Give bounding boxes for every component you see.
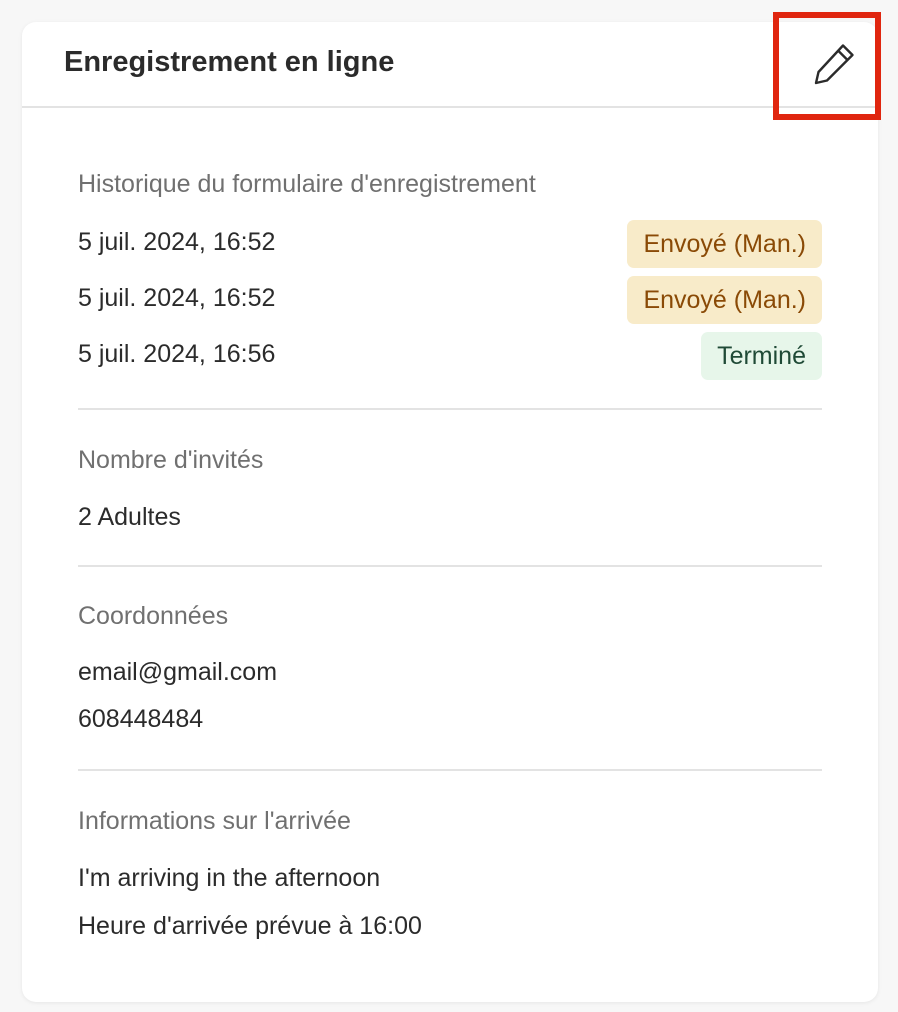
card-header: Enregistrement en ligne bbox=[22, 12, 881, 120]
status-badge: Envoyé (Man.) bbox=[627, 220, 822, 268]
arrival-expected-time: Heure d'arrivée prévue à 16:00 bbox=[78, 912, 422, 940]
guests-section: Nombre d'invités 2 Adultes bbox=[78, 446, 822, 536]
history-row: 5 juil. 2024, 16:52 Envoyé (Man.) bbox=[78, 220, 822, 268]
guests-label: Nombre d'invités bbox=[78, 446, 264, 474]
arrival-label: Informations sur l'arrivée bbox=[78, 807, 351, 835]
contact-label: Coordonnées bbox=[78, 602, 229, 630]
arrival-note: I'm arriving in the afternoon bbox=[78, 864, 381, 892]
contact-phone: 608448484 bbox=[78, 705, 204, 733]
edit-button[interactable] bbox=[812, 42, 856, 86]
history-date: 5 juil. 2024, 16:52 bbox=[78, 284, 276, 312]
history-section: Historique du formulaire d'enregistremen… bbox=[78, 170, 822, 380]
card-title: Enregistrement en ligne bbox=[64, 46, 395, 78]
history-label: Historique du formulaire d'enregistremen… bbox=[78, 170, 536, 198]
contact-section: Coordonnées email@gmail.com 608448484 bbox=[78, 602, 822, 752]
history-row: 5 juil. 2024, 16:52 Envoyé (Man.) bbox=[78, 276, 822, 324]
divider bbox=[78, 408, 822, 410]
history-date: 5 juil. 2024, 16:56 bbox=[78, 340, 276, 368]
status-badge: Envoyé (Man.) bbox=[627, 276, 822, 324]
arrival-section: Informations sur l'arrivée I'm arriving … bbox=[78, 807, 822, 957]
pencil-icon bbox=[814, 44, 854, 85]
divider bbox=[78, 769, 822, 771]
status-badge: Terminé bbox=[701, 332, 822, 380]
history-date: 5 juil. 2024, 16:52 bbox=[78, 228, 276, 256]
guests-value: 2 Adultes bbox=[78, 503, 181, 531]
online-checkin-card: Enregistrement en ligne Historique du fo… bbox=[22, 12, 881, 1002]
divider bbox=[78, 565, 822, 567]
history-row: 5 juil. 2024, 16:56 Terminé bbox=[78, 332, 822, 380]
contact-email: email@gmail.com bbox=[78, 658, 278, 686]
